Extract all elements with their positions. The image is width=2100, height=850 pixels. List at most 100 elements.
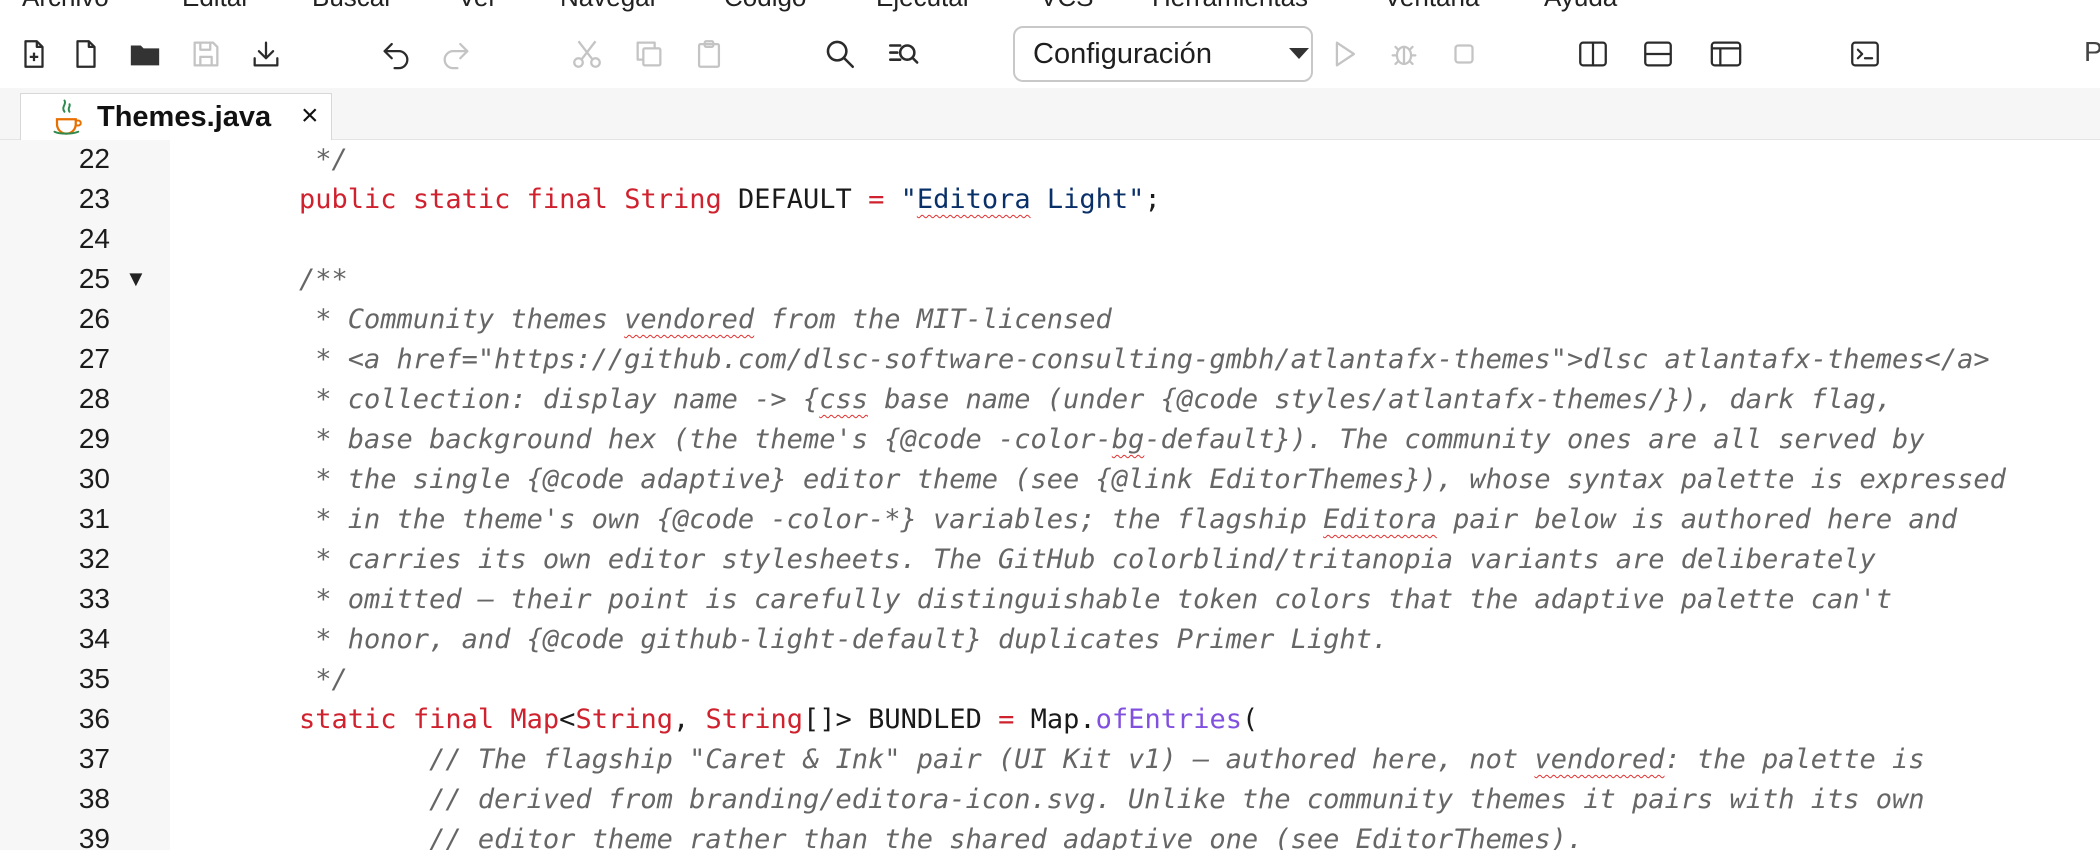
run-icon[interactable] [1322,32,1366,76]
terminal-icon[interactable] [1843,32,1887,76]
code-token: // derived from branding/editora-icon.sv… [234,784,1925,815]
line-number: 35 [78,663,110,694]
code-token: /** [234,264,348,295]
code-token: * carries its own editor stylesheets. Th… [234,544,1876,575]
menu-item-0[interactable]: Archivo [22,0,109,13]
cut-icon[interactable] [565,32,609,76]
menu-item-1[interactable]: Editar [182,0,250,13]
code-text: * <a href="https://github.com/dlsc-softw… [234,344,1989,375]
line-number: 38 [78,783,110,814]
code-line[interactable]: 36 static final Map<String, String[]> BU… [0,700,2100,740]
code-text: * honor, and {@code github-light-default… [234,624,1388,655]
code-line[interactable]: 32 * carries its own editor stylesheets.… [0,540,2100,580]
line-number: 37 [78,743,110,774]
layout-icon[interactable] [1704,32,1748,76]
code-token: final [412,704,495,735]
code-token: final [526,184,608,215]
menu-item-9[interactable]: Ventana [1384,0,1479,13]
code-line[interactable]: 30 * the single {@code adaptive} editor … [0,460,2100,500]
code-token: DEFAULT [721,184,869,215]
code-token: // The flagship "Caret & Ink" pair (UI K… [234,744,1535,775]
code-token: // editor theme rather than the shared a… [234,824,1584,850]
toolbar-overflow-label[interactable]: P [2084,36,2100,68]
code-token: ofEntries [1095,704,1242,735]
line-number: 31 [78,503,110,534]
code-text: */ [234,664,348,695]
code-line[interactable]: 25 ▼ /** [0,260,2100,300]
fold-toggle-icon[interactable]: ▼ [125,266,147,292]
split-horizontal-icon[interactable] [1636,32,1680,76]
save-icon[interactable] [184,32,228,76]
code-token: Map. [1014,704,1096,735]
code-token: Editora [1323,504,1437,535]
paste-icon[interactable] [687,32,731,76]
menu-item-8[interactable]: Herramientas [1152,0,1308,13]
tab-title: Themes.java [97,101,272,133]
code-editor[interactable]: 22 */23 public static final String DEFAU… [0,140,2100,850]
debug-icon[interactable] [1382,32,1426,76]
code-token: []> BUNDLED [803,704,999,735]
code-line[interactable]: 24 [0,220,2100,260]
code-token: String [705,704,804,735]
redo-icon[interactable] [434,32,478,76]
code-token: " [884,184,917,215]
menu-item-10[interactable]: Ayuda [1544,0,1617,13]
code-text: // editor theme rather than the shared a… [234,824,1583,850]
code-token: : the palette is [1664,744,1925,775]
code-token: < [559,704,576,735]
menu-item-7[interactable]: VCS [1040,0,1093,13]
line-number: 33 [78,583,110,614]
split-vertical-icon[interactable] [1571,32,1615,76]
copy-icon[interactable] [627,32,671,76]
menu-item-4[interactable]: Navegar [560,0,658,13]
code-line[interactable]: 39 // editor theme rather than the share… [0,820,2100,850]
tab-themes-java[interactable]: Themes.java × [20,93,332,141]
code-text: // The flagship "Caret & Ink" pair (UI K… [234,744,1925,775]
code-token: * the single {@code adaptive} editor the… [234,464,2006,495]
code-line[interactable]: 27 * <a href="https://github.com/dlsc-so… [0,340,2100,380]
run-configuration-select[interactable]: Configuración [1013,26,1313,82]
code-line[interactable]: 35 */ [0,660,2100,700]
menu-item-2[interactable]: Buscar [312,0,393,13]
line-number: 30 [78,463,110,494]
new-file-icon[interactable] [12,32,56,76]
code-line[interactable]: 23 public static final String DEFAULT = … [0,180,2100,220]
code-token: static [299,704,397,735]
open-folder-icon[interactable] [123,32,167,76]
search-icon[interactable] [818,32,862,76]
menu-item-6[interactable]: Ejecutar [876,0,971,13]
line-number: 39 [78,823,110,850]
code-token: = [868,184,885,215]
code-token: -default}). The community ones are all s… [1144,424,1925,455]
code-token: from the MIT-licensed [754,304,1112,335]
code-line[interactable]: 22 */ [0,140,2100,180]
new-blank-file-icon[interactable] [64,32,108,76]
menu-item-5[interactable]: Código [724,0,806,13]
code-line[interactable]: 34 * honor, and {@code github-light-defa… [0,620,2100,660]
code-line[interactable]: 26 * Community themes vendored from the … [0,300,2100,340]
code-line[interactable]: 33 * omitted — their point is carefully … [0,580,2100,620]
editor-tab-bar: Themes.java × [0,88,2100,141]
code-line[interactable]: 29 * base background hex (the theme's {@… [0,420,2100,460]
close-icon[interactable]: × [301,99,319,133]
code-token: Light" [1030,184,1145,215]
run-configuration-value: Configuración [1033,37,1212,70]
code-line[interactable]: 38 // derived from branding/editora-icon… [0,780,2100,820]
line-number: 28 [78,383,110,414]
stop-icon[interactable] [1442,32,1486,76]
download-icon[interactable] [244,32,288,76]
code-line[interactable]: 31 * in the theme's own {@code -color-*}… [0,500,2100,540]
menu-item-3[interactable]: Ver [458,0,497,13]
code-text: * base background hex (the theme's {@cod… [234,424,1925,455]
search-replace-icon[interactable] [881,32,925,76]
code-text: * Community themes vendored from the MIT… [234,304,1112,335]
undo-icon[interactable] [374,32,418,76]
code-line[interactable]: 28 * collection: display name -> {css ba… [0,380,2100,420]
code-token: ( [1241,704,1259,735]
toolbar: Configuración P [0,22,2100,86]
code-line[interactable]: 37 // The flagship "Caret & Ink" pair (U… [0,740,2100,780]
